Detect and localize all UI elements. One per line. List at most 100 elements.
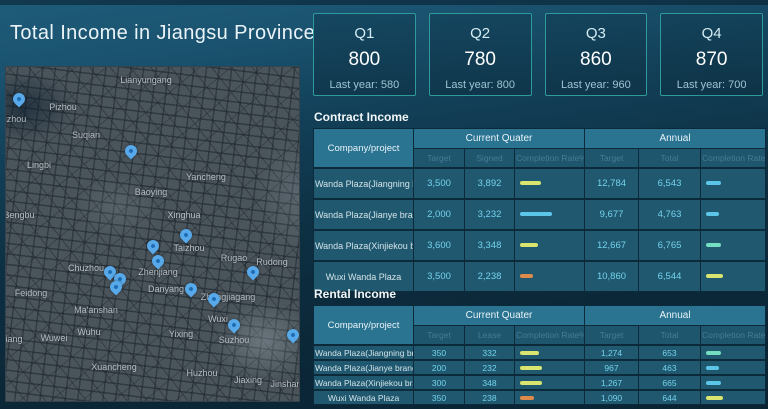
dashboard: Total Income in Jiangsu Province Q1 800 …: [0, 0, 768, 409]
q-target: 2,000: [414, 199, 465, 230]
completion-bar: [706, 243, 721, 247]
kpi-card-q4: Q4 870 Last year: 700: [660, 13, 763, 96]
completion-bar: [520, 274, 533, 278]
rental-income-table: Company/project Current Quater Annual Ta…: [313, 305, 766, 405]
kpi-quarter-label: Q2: [430, 25, 531, 42]
page-title: Total Income in Jiangsu Province: [10, 22, 315, 45]
map-city-label: Pizhou: [49, 102, 77, 112]
province-map[interactable]: LianyungangPizhouXuzhouSuqianLingbiYanch…: [5, 66, 300, 402]
a-target: 12,784: [585, 168, 639, 199]
rental-income-section: Rental Income Company/project Current Qu…: [313, 287, 765, 405]
company-name: Wanda Plaza(Xinjiekou branch): [314, 230, 414, 261]
kpi-last-year: Last year: 800: [430, 79, 531, 91]
completion-bar: [520, 396, 534, 400]
map-pin-icon[interactable]: [123, 143, 140, 160]
a-rate-cell: [701, 375, 766, 390]
map-pin-icon[interactable]: [145, 238, 162, 255]
q-lease: 232: [465, 360, 515, 375]
map-city-label: Lianyungang: [120, 75, 172, 85]
table-row: Wanda Plaza(Jiangning branch) 350 332 1,…: [314, 345, 766, 360]
map-city-label: Wuxi: [208, 314, 228, 324]
completion-bar: [706, 381, 721, 385]
kpi-last-year: Last year: 960: [546, 79, 647, 91]
map-city-label: Jinshan: [270, 379, 300, 389]
col-a-total: Total: [639, 149, 701, 169]
map-city-label: Xinghua: [167, 210, 200, 220]
map-city-label: Danyang: [148, 284, 184, 294]
map-city-label: Chuzhou: [68, 263, 104, 273]
col-a-target: Target: [585, 149, 639, 169]
col-q-target: Target: [414, 149, 465, 169]
a-target: 1,090: [585, 390, 639, 405]
q-rate-cell: [515, 345, 585, 360]
q-rate-cell: [515, 375, 585, 390]
a-rate-cell: [701, 345, 766, 360]
kpi-value: 800: [314, 49, 415, 71]
a-rate-cell: [701, 168, 766, 199]
map-city-label: Xuzhou: [5, 114, 26, 124]
map-city-label: Rudong: [256, 257, 288, 267]
map-city-label: Jiaxing: [234, 375, 262, 385]
col-group-current-quarter: Current Quater: [414, 306, 585, 326]
col-group-annual: Annual: [585, 129, 766, 149]
a-total: 6,543: [639, 168, 701, 199]
completion-bar: [706, 351, 721, 355]
a-rate-cell: [701, 230, 766, 261]
map-pin-icon[interactable]: [11, 91, 28, 108]
a-target: 1,267: [585, 375, 639, 390]
q-rate-cell: [515, 168, 585, 199]
a-rate-cell: [701, 360, 766, 375]
col-q-signed: Signed: [465, 149, 515, 169]
completion-bar: [520, 181, 541, 185]
a-target: 9,677: [585, 199, 639, 230]
contract-income-table: Company/project Current Quater Annual Ta…: [313, 128, 766, 292]
map-city-label: Lujiang: [5, 334, 23, 344]
kpi-value: 780: [430, 49, 531, 71]
map-pin-icon[interactable]: [183, 281, 200, 298]
a-target: 967: [585, 360, 639, 375]
company-name: Wanda Plaza(Jiangning branch): [314, 168, 414, 199]
q-rate-cell: [515, 199, 585, 230]
completion-bar: [706, 366, 719, 370]
map-pin-icon[interactable]: [285, 327, 300, 344]
q-target: 350: [414, 345, 465, 360]
map-pin-icon[interactable]: [178, 227, 195, 244]
q-target: 300: [414, 375, 465, 390]
kpi-last-year: Last year: 700: [661, 79, 762, 91]
completion-bar: [706, 274, 723, 278]
company-name: Wuxi Wanda Plaza: [314, 390, 414, 405]
a-total: 6,765: [639, 230, 701, 261]
col-a-rate: Completion Rate%: [701, 149, 766, 169]
q-rate-cell: [515, 360, 585, 375]
a-total: 665: [639, 375, 701, 390]
completion-bar: [520, 212, 552, 216]
col-company: Company/project: [314, 306, 414, 346]
q-target: 3,600: [414, 230, 465, 261]
map-city-label: Baoying: [135, 187, 168, 197]
kpi-row: Q1 800 Last year: 580 Q2 780 Last year: …: [313, 13, 763, 96]
map-city-label: Suqian: [72, 130, 100, 140]
table-row: Wanda Plaza(Jiangning branch) 3,500 3,89…: [314, 168, 766, 199]
kpi-quarter-label: Q3: [546, 25, 647, 42]
section-title-contract: Contract Income: [314, 110, 765, 124]
a-rate-cell: [701, 390, 766, 405]
map-city-label: Bengbu: [5, 210, 35, 220]
map-city-label: Ma'anshan: [74, 305, 118, 315]
completion-bar: [706, 181, 721, 185]
table-row: Wanda Plaza(Jianye branch) 200 232 967 4…: [314, 360, 766, 375]
q-lease: 238: [465, 390, 515, 405]
contract-income-section: Contract Income Company/project Current …: [313, 110, 765, 292]
a-rate-cell: [701, 199, 766, 230]
kpi-last-year: Last year: 580: [314, 79, 415, 91]
map-city-label: Xuancheng: [91, 362, 137, 372]
col-group-annual: Annual: [585, 306, 766, 326]
completion-bar: [520, 381, 542, 385]
a-total: 653: [639, 345, 701, 360]
q-target: 200: [414, 360, 465, 375]
table-row: Wuxi Wanda Plaza 350 238 1,090 644: [314, 390, 766, 405]
q-rate-cell: [515, 230, 585, 261]
q-signed: 3,232: [465, 199, 515, 230]
map-city-label: Wuhu: [77, 327, 100, 337]
map-city-label: Rugao: [221, 253, 248, 263]
completion-bar: [520, 243, 538, 247]
